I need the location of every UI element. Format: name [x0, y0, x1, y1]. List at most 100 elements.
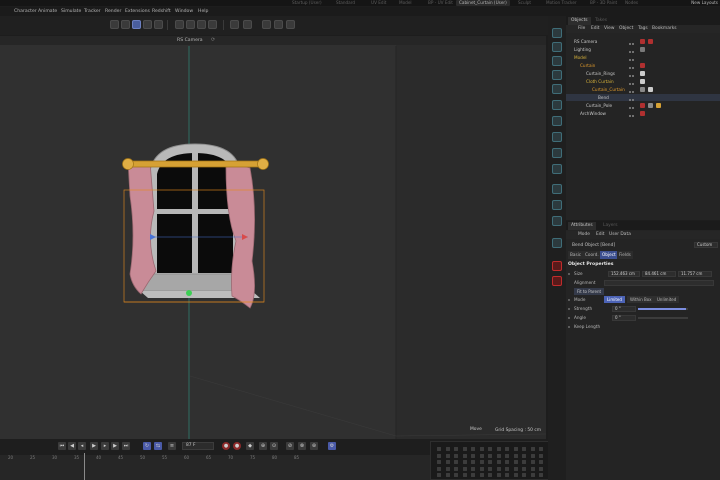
om-menu-tags[interactable]: Tags	[638, 26, 648, 32]
am-menu-user-data[interactable]: User Data	[609, 232, 631, 238]
visibility-dots[interactable]	[629, 104, 635, 109]
material-tag-icon[interactable]	[640, 79, 645, 84]
menu-animate[interactable]: Animate	[38, 8, 57, 15]
tab-objects[interactable]: Objects	[568, 17, 591, 25]
deformer-icon[interactable]	[552, 116, 562, 126]
workplane-icon[interactable]	[262, 20, 271, 29]
x-axis-icon[interactable]	[175, 20, 184, 29]
timeline-playhead[interactable]	[84, 453, 85, 480]
object-row-curtain-curtain[interactable]: Curtain_Curtain	[566, 86, 720, 93]
mode-unlimited-button[interactable]: Unlimited	[654, 296, 680, 303]
record-icon[interactable]: ●	[222, 442, 230, 450]
om-menu-view[interactable]: View	[604, 26, 614, 32]
rs-tag-icon[interactable]	[640, 103, 645, 108]
om-menu-object[interactable]: Object	[619, 26, 633, 32]
mode-within-box-button[interactable]: Within Box	[627, 296, 655, 303]
size-z-field[interactable]: 11.757 cm	[678, 271, 712, 277]
visibility-dots[interactable]	[629, 88, 635, 93]
alignment-dropdown[interactable]	[604, 280, 714, 286]
fps-icon[interactable]: ≡	[168, 442, 176, 450]
object-row-bend[interactable]: Bend	[566, 94, 720, 101]
layout-tab-sculpt[interactable]: Sculpt	[518, 0, 531, 6]
position-key-icon[interactable]: ⊕	[259, 442, 267, 450]
om-menu-file[interactable]: File	[578, 26, 585, 32]
angle-field[interactable]: 0 °	[612, 315, 636, 321]
menu-character[interactable]: Character	[14, 8, 37, 15]
menu-tracker[interactable]: Tracker	[84, 8, 101, 15]
coordinate-system-icon[interactable]	[208, 20, 217, 29]
visibility-dots[interactable]	[629, 40, 635, 45]
scale-tool-icon[interactable]	[143, 20, 152, 29]
sky-icon[interactable]	[552, 216, 562, 226]
viewport-scene[interactable]	[0, 36, 546, 439]
menu-window[interactable]: Window	[175, 8, 193, 15]
object-row-lighting[interactable]: Lighting	[566, 46, 720, 53]
prev-key-icon[interactable]: ◀	[68, 442, 76, 450]
size-x-field[interactable]: 152.463 cm	[608, 271, 640, 277]
sculpt-brush-icon[interactable]	[552, 238, 562, 248]
scene-icon[interactable]	[552, 164, 562, 174]
tab-attributes[interactable]: Attributes	[568, 222, 596, 230]
loop-icon[interactable]: ↻	[143, 442, 151, 450]
keyframe-dot[interactable]	[568, 326, 570, 328]
rs-tag-icon[interactable]	[640, 63, 645, 68]
keyframe-dot[interactable]	[568, 273, 570, 275]
visibility-dots[interactable]	[629, 64, 635, 69]
cloner-icon[interactable]	[552, 100, 562, 110]
custom-preset-dropdown[interactable]: Custom	[694, 242, 718, 248]
visibility-dots[interactable]	[629, 112, 635, 117]
phong-tag-icon[interactable]	[648, 103, 653, 108]
layout-tab-motion-tracker[interactable]: Motion Tracker	[546, 0, 577, 6]
visibility-dots[interactable]	[629, 48, 635, 53]
rotation-key-icon[interactable]: ⊘	[286, 442, 294, 450]
current-frame-field[interactable]: 87 F	[182, 442, 214, 450]
play-icon[interactable]: ▶	[90, 442, 98, 450]
redshift-render-icon[interactable]	[552, 276, 562, 286]
viewport-solo-icon[interactable]	[274, 20, 283, 29]
layout-tab-startup[interactable]: Startup (User)	[292, 0, 322, 6]
active-camera-label[interactable]: RS Camera	[177, 37, 203, 44]
layout-tab-bp-uv-edit[interactable]: BP - UV Edit	[428, 0, 453, 6]
menu-render[interactable]: Render	[105, 8, 121, 15]
object-row-curtain-rings[interactable]: Curtain_Rings	[566, 70, 720, 77]
3d-viewport[interactable]: RS Camera ⟳ Move Grid Spacing : 50 cm	[0, 36, 546, 439]
am-menu-edit[interactable]: Edit	[596, 232, 605, 238]
array-icon[interactable]	[552, 84, 562, 94]
field-icon[interactable]	[552, 132, 562, 142]
object-row-archwindow[interactable]: ArchWindow	[566, 110, 720, 117]
z-axis-icon[interactable]	[197, 20, 206, 29]
pen-spline-icon[interactable]	[552, 42, 562, 52]
new-layout-button[interactable]: New Layouts	[691, 0, 718, 6]
camera-icon[interactable]	[552, 184, 562, 194]
timeline-ruler[interactable]: 20 25 30 35 40 45 50 55 60 65 70 75 80 8…	[0, 455, 430, 480]
om-menu-edit[interactable]: Edit	[591, 26, 600, 32]
fit-to-parent-button[interactable]: Fit to Parent	[574, 288, 605, 295]
menu-help[interactable]: Help	[198, 8, 208, 15]
object-row-curtain-pole[interactable]: Curtain_Pole	[566, 102, 720, 109]
rect-select-icon[interactable]	[121, 20, 130, 29]
menu-redshift[interactable]: Redshift	[152, 8, 171, 15]
am-menu-mode[interactable]: Mode	[578, 232, 590, 238]
param-key-icon[interactable]: ⊗	[298, 442, 306, 450]
volume-icon[interactable]	[552, 148, 562, 158]
tab-coord[interactable]: Coord.	[583, 251, 601, 259]
select-icon[interactable]	[110, 20, 119, 29]
layout-tab-standard[interactable]: Standard	[336, 0, 355, 6]
layout-tab-cabinet-curtain[interactable]: Cabinet_Curtain (User)	[456, 0, 510, 6]
prev-frame-icon[interactable]: ◂	[78, 442, 86, 450]
display-tag-icon[interactable]	[640, 47, 645, 52]
strength-slider[interactable]	[638, 308, 688, 310]
mode-limited-button[interactable]: Limited	[604, 296, 625, 303]
light-icon[interactable]	[552, 200, 562, 210]
rs-tag-icon[interactable]	[640, 111, 645, 116]
keyframe-dot[interactable]	[568, 299, 570, 301]
tab-layers[interactable]: Layers	[600, 222, 621, 230]
strength-field[interactable]: 0 °	[612, 306, 636, 312]
rs-tag-icon[interactable]	[640, 39, 645, 44]
tab-takes[interactable]: Takes	[592, 17, 610, 25]
range-icon[interactable]: ⇆	[154, 442, 162, 450]
om-menu-bookmarks[interactable]: Bookmarks	[652, 26, 677, 32]
visibility-dots[interactable]	[629, 96, 635, 101]
goto-end-icon[interactable]: ⏭	[122, 442, 130, 450]
text-icon[interactable]	[552, 56, 562, 66]
